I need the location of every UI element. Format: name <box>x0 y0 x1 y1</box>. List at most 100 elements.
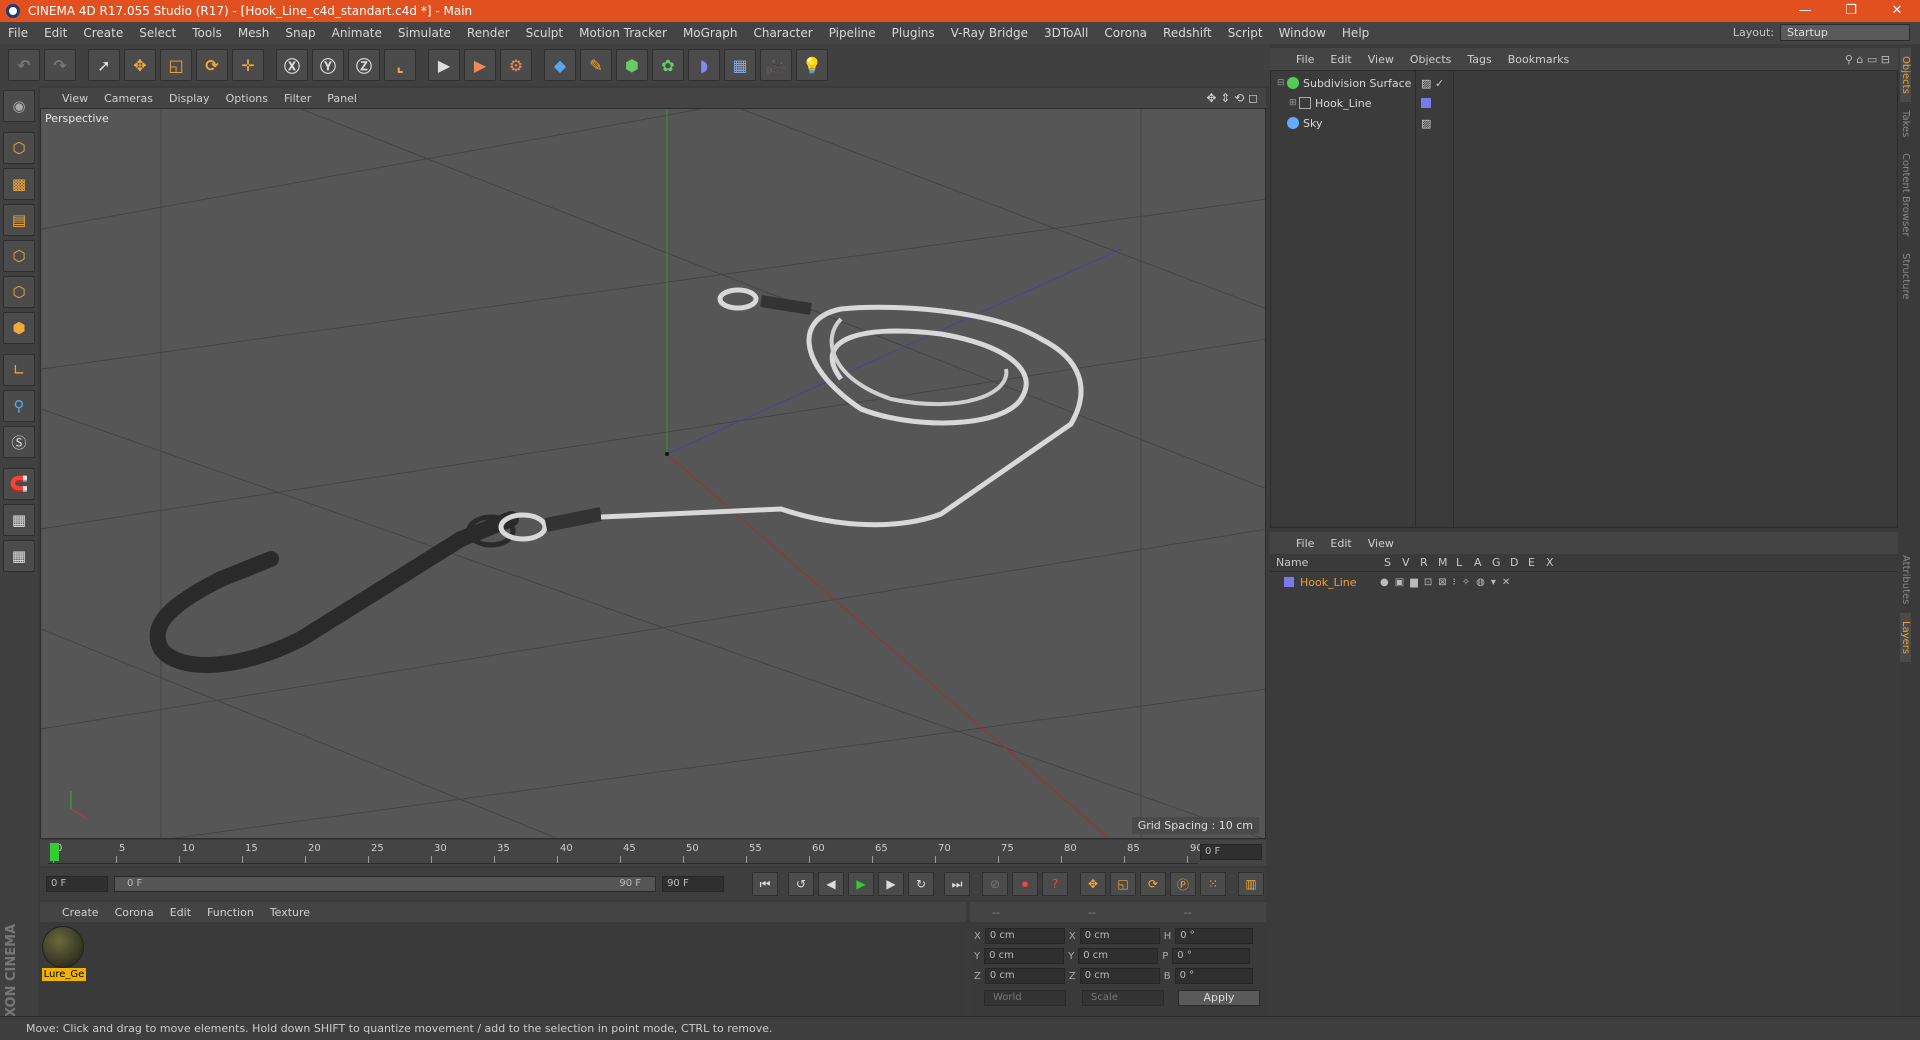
move-icon[interactable]: ✥ <box>124 49 156 81</box>
tweak-mode-icon[interactable]: ⚲ <box>3 390 35 422</box>
menu-motion-tracker[interactable]: Motion Tracker <box>571 26 675 40</box>
object-menu-file[interactable]: File <box>1288 53 1322 66</box>
viewport-menu-filter[interactable]: Filter <box>276 92 319 105</box>
viewport-menu-cameras[interactable]: Cameras <box>96 92 161 105</box>
layer-menu-file[interactable]: File <box>1288 537 1322 550</box>
edges-mode-icon[interactable]: ⬡ <box>3 276 35 308</box>
perspective-viewport[interactable]: Perspective Grid Spacing : 10 cm <box>40 108 1266 839</box>
menu-create[interactable]: Create <box>75 26 131 40</box>
menu-simulate[interactable]: Simulate <box>390 26 459 40</box>
menu-corona[interactable]: Corona <box>1096 26 1155 40</box>
redo-icon[interactable]: ↷ <box>44 49 76 81</box>
viewport-menu-display[interactable]: Display <box>161 92 218 105</box>
layer-name[interactable]: Hook_Line <box>1300 576 1380 589</box>
viewport-nav-icons[interactable]: ✥ ⇕ ⟲ ◻ <box>1206 91 1258 105</box>
render-view-icon[interactable]: ▶ <box>428 49 460 81</box>
camera-icon[interactable]: 🎥 <box>760 49 792 81</box>
layout-dropdown[interactable]: Startup <box>1780 24 1910 41</box>
go-to-start-icon[interactable]: ⏮ <box>752 872 778 896</box>
coord-rot-b-field[interactable]: 0 ° <box>1174 968 1253 984</box>
layer-menu-view[interactable]: View <box>1360 537 1402 550</box>
object-row[interactable]: Sky ▨ <box>1271 113 1897 133</box>
frame-range-slider[interactable]: 0 F 90 F <box>113 876 657 892</box>
menu-sculpt[interactable]: Sculpt <box>518 26 571 40</box>
menu-mograph[interactable]: MoGraph <box>675 26 746 40</box>
subdivision-icon[interactable]: ⬢ <box>616 49 648 81</box>
key-rotation-icon[interactable]: ⟳ <box>1140 872 1166 896</box>
floor-icon[interactable]: ▦ <box>724 49 756 81</box>
object-menu-edit[interactable]: Edit <box>1322 53 1359 66</box>
rotate-icon[interactable]: ⟳ <box>196 49 228 81</box>
menu-edit[interactable]: Edit <box>36 26 75 40</box>
menu-mesh[interactable]: Mesh <box>230 26 278 40</box>
menu-file[interactable]: File <box>0 26 36 40</box>
record-keys-icon[interactable]: ⊘ <box>982 872 1008 896</box>
coord-size-x-field[interactable]: 0 cm <box>1079 928 1160 944</box>
key-param-icon[interactable]: Ⓟ <box>1170 872 1196 896</box>
coord-rot-h-field[interactable]: 0 ° <box>1175 928 1254 944</box>
z-axis-icon[interactable]: Ⓩ <box>348 49 380 81</box>
key-pla-icon[interactable]: ⁙ <box>1200 872 1226 896</box>
solo-icon[interactable]: Ⓢ <box>3 426 35 458</box>
render-picture-viewer-icon[interactable]: ▶ <box>464 49 496 81</box>
close-icon[interactable]: ✕ <box>1874 0 1920 22</box>
coord-rot-p-field[interactable]: 0 ° <box>1172 948 1251 964</box>
material-menu-corona[interactable]: Corona <box>107 906 162 919</box>
menu-window[interactable]: Window <box>1271 26 1334 40</box>
snap-icon[interactable]: 🧲 <box>3 468 35 500</box>
menu-plugins[interactable]: Plugins <box>884 26 943 40</box>
menu-redshift[interactable]: Redshift <box>1155 26 1220 40</box>
layer-row[interactable]: Hook_Line ●▣▆⊡⊠⁝✧◍▾✕ <box>1270 572 1896 592</box>
prev-frame-icon[interactable]: ◀ <box>818 872 844 896</box>
playhead[interactable] <box>50 843 59 861</box>
menu-tools[interactable]: Tools <box>184 26 230 40</box>
end-frame-field[interactable]: 90 F <box>662 876 724 892</box>
viewport-menu-options[interactable]: Options <box>218 92 276 105</box>
undo-icon[interactable]: ↶ <box>8 49 40 81</box>
tab-content-browser[interactable]: Content Browser <box>1900 145 1911 244</box>
go-to-end-icon[interactable]: ⏭ <box>944 872 970 896</box>
collapse-icon[interactable]: ⊟ <box>1277 78 1287 88</box>
menu-help[interactable]: Help <box>1334 26 1377 40</box>
object-menu-tags[interactable]: Tags <box>1459 53 1499 66</box>
texture-mode-icon[interactable]: ▩ <box>3 168 35 200</box>
current-frame-field[interactable]: 0 F <box>1200 844 1262 860</box>
coord-pos-x-field[interactable]: 0 cm <box>984 928 1065 944</box>
material-swatch[interactable]: Lure_Ge <box>42 926 86 982</box>
prev-key-icon[interactable]: ↺ <box>788 872 814 896</box>
start-frame-field[interactable]: 0 F <box>46 876 108 892</box>
lock-workplane-icon[interactable]: ▦ <box>3 504 35 536</box>
cube-icon[interactable]: ◆ <box>544 49 576 81</box>
object-name[interactable]: Subdivision Surface <box>1303 77 1411 90</box>
keyframe-selection-icon[interactable]: ? <box>1042 872 1068 896</box>
visibility-icon[interactable]: ▨ <box>1421 117 1431 130</box>
object-name[interactable]: Sky <box>1303 117 1322 130</box>
viewport-menu-panel[interactable]: Panel <box>319 92 365 105</box>
expand-icon[interactable]: ⊞ <box>1289 98 1299 108</box>
last-tool-icon[interactable]: ✛ <box>232 49 264 81</box>
tab-layers[interactable]: Layers <box>1900 612 1911 662</box>
model-mode-icon[interactable]: ⬡ <box>3 132 35 164</box>
tab-takes[interactable]: Takes <box>1900 102 1911 145</box>
polygons-mode-icon[interactable]: ⬢ <box>3 312 35 344</box>
material-menu-edit[interactable]: Edit <box>162 906 199 919</box>
object-row[interactable]: ⊟ Subdivision Surface ▨ ✓ <box>1271 73 1897 93</box>
play-icon[interactable]: ▶ <box>848 872 874 896</box>
layer-menu-edit[interactable]: Edit <box>1322 537 1359 550</box>
material-menu-function[interactable]: Function <box>199 906 262 919</box>
visibility-icon[interactable]: ▨ ✓ <box>1421 77 1444 90</box>
light-icon[interactable]: 💡 <box>796 49 828 81</box>
object-menu-bookmarks[interactable]: Bookmarks <box>1500 53 1577 66</box>
coord-size-mode-dropdown[interactable]: Scale <box>1082 990 1164 1006</box>
object-manager-tools-icons[interactable]: ⚲ ⌂ ▭ ⊟ <box>1845 53 1890 66</box>
object-menu-view[interactable]: View <box>1360 53 1402 66</box>
menu-pipeline[interactable]: Pipeline <box>821 26 884 40</box>
material-menu-texture[interactable]: Texture <box>262 906 318 919</box>
coord-pos-y-field[interactable]: 0 cm <box>984 948 1065 964</box>
viewport-menu-view[interactable]: View <box>54 92 96 105</box>
live-selection-icon[interactable]: ➚ <box>88 49 120 81</box>
next-frame-icon[interactable]: ▶ <box>878 872 904 896</box>
workplane-icon[interactable]: ▤ <box>3 204 35 236</box>
menu-select[interactable]: Select <box>131 26 184 40</box>
menu-animate[interactable]: Animate <box>324 26 390 40</box>
